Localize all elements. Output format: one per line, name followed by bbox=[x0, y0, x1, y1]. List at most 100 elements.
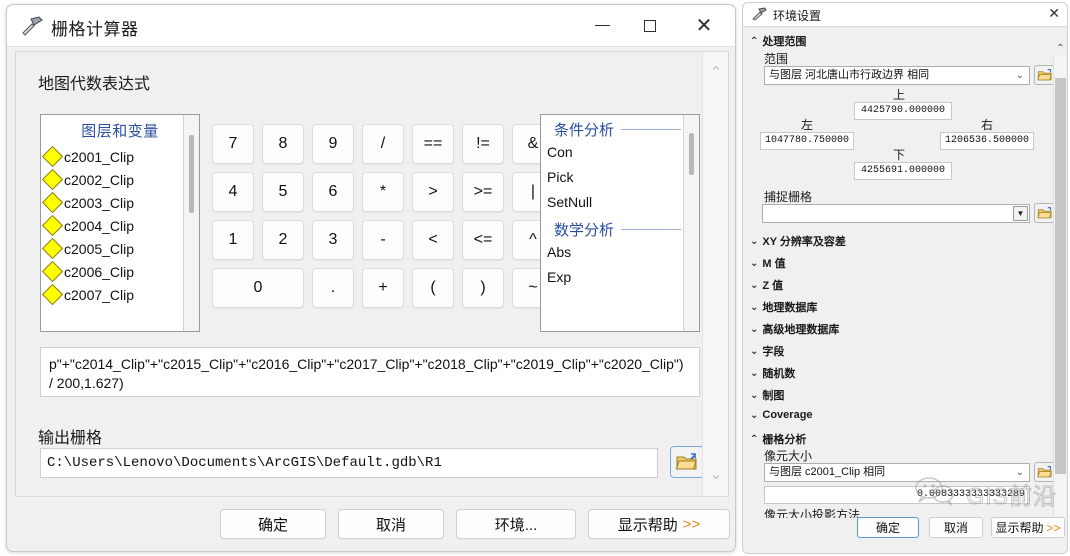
key-right-paren[interactable]: ) bbox=[462, 268, 504, 308]
key-less-equal[interactable]: <= bbox=[462, 220, 504, 260]
snap-raster-dropdown[interactable]: ▼ bbox=[762, 204, 1030, 223]
list-item[interactable]: c2003_Clip bbox=[41, 191, 199, 214]
section-label: Coverage bbox=[762, 409, 813, 421]
minimize-button[interactable] bbox=[579, 5, 625, 46]
processing-extent-group[interactable]: ⌃ 处理范围 bbox=[750, 33, 806, 49]
math-analysis-label: 数学分析 bbox=[554, 222, 615, 239]
maximize-button[interactable] bbox=[627, 5, 673, 46]
list-item[interactable]: c2006_Clip bbox=[41, 260, 199, 283]
key-minus[interactable]: - bbox=[362, 220, 404, 260]
section-label: 高级地理数据库 bbox=[762, 324, 840, 336]
key-0[interactable]: 0 bbox=[212, 268, 304, 308]
section-fields[interactable]: ⌄ 字段 bbox=[750, 343, 784, 359]
section-label: 地理数据库 bbox=[762, 302, 818, 314]
extent-left-field[interactable]: 1047780.750000 bbox=[760, 132, 854, 150]
extent-bottom-field[interactable]: 4255691.000000 bbox=[854, 162, 952, 180]
key-not-equal[interactable]: != bbox=[462, 124, 504, 164]
section-random-numbers[interactable]: ⌄ 随机数 bbox=[750, 365, 795, 381]
list-item[interactable]: c2005_Clip bbox=[41, 237, 199, 260]
ok-button[interactable]: 确定 bbox=[220, 509, 326, 539]
extent-right-field[interactable]: 1206536.500000 bbox=[940, 132, 1034, 150]
list-item[interactable]: Exp bbox=[541, 265, 699, 290]
raster-analysis-group[interactable]: ⌃ 栅格分析 bbox=[750, 431, 806, 447]
conditional-analysis-header: 条件分析 bbox=[541, 115, 699, 140]
list-item-label: c2002_Clip bbox=[64, 171, 135, 188]
scrollbar-thumb[interactable] bbox=[1055, 78, 1066, 474]
section-coverage[interactable]: ⌄ Coverage bbox=[750, 409, 813, 421]
section-geodatabase[interactable]: ⌄ 地理数据库 bbox=[750, 299, 817, 315]
key-decimal-point[interactable]: . bbox=[312, 268, 354, 308]
chevron-up-icon[interactable]: ⌃ bbox=[1054, 41, 1067, 55]
cell-size-value: 与图层 c2001_Clip 相同 bbox=[769, 466, 886, 478]
key-8[interactable]: 8 bbox=[262, 124, 304, 164]
key-6[interactable]: 6 bbox=[312, 172, 354, 212]
cell-size-number-field[interactable]: 0.0083333333333289 bbox=[764, 486, 1030, 504]
expression-textarea[interactable]: p"+"c2014_Clip"+"c2015_Clip"+"c2016_Clip… bbox=[40, 347, 700, 397]
environment-scrollbar[interactable]: ⌃ ⌄ bbox=[1053, 43, 1066, 516]
functions-list[interactable]: 条件分析 Con Pick SetNull 数学分析 Abs Exp bbox=[540, 114, 700, 332]
environments-button[interactable]: 环境... bbox=[456, 509, 576, 539]
list-item[interactable]: SetNull bbox=[541, 190, 699, 215]
double-chevron-right-icon: >> bbox=[1046, 520, 1061, 535]
section-z-values[interactable]: ⌄ Z 值 bbox=[750, 277, 783, 293]
raster-layer-icon bbox=[41, 214, 64, 237]
close-button[interactable]: ✕ bbox=[681, 5, 727, 46]
key-9[interactable]: 9 bbox=[312, 124, 354, 164]
show-help-button[interactable]: 显示帮助 >> bbox=[588, 509, 730, 539]
key-3[interactable]: 3 bbox=[312, 220, 354, 260]
close-icon[interactable]: ✕ bbox=[1048, 5, 1060, 22]
environment-settings-title: 环境设置 bbox=[773, 9, 822, 23]
key-5[interactable]: 5 bbox=[262, 172, 304, 212]
output-raster-input[interactable]: C:\Users\Lenovo\Documents\ArcGIS\Default… bbox=[40, 448, 658, 478]
list-item[interactable]: c2002_Clip bbox=[41, 168, 199, 191]
key-divide[interactable]: / bbox=[362, 124, 404, 164]
list-item-label: c2003_Clip bbox=[64, 194, 135, 211]
chevron-down-icon[interactable]: ⌄ bbox=[703, 462, 729, 486]
key-equal-equal[interactable]: == bbox=[412, 124, 454, 164]
layers-and-variables-list[interactable]: 图层和变量 c2001_Clip c2002_Clip c2003_Clip c… bbox=[40, 114, 200, 332]
list-item[interactable]: c2004_Clip bbox=[41, 214, 199, 237]
extent-top-field[interactable]: 4425790.000000 bbox=[854, 102, 952, 120]
list-item[interactable]: Con bbox=[541, 140, 699, 165]
hammer-icon bbox=[21, 16, 43, 36]
show-help-label: 显示帮助 bbox=[617, 516, 678, 534]
section-cartography[interactable]: ⌄ 制图 bbox=[750, 387, 784, 403]
cell-size-dropdown[interactable]: 与图层 c2001_Clip 相同 ⌄ bbox=[764, 463, 1030, 482]
scrollbar-thumb[interactable] bbox=[689, 133, 694, 175]
key-1[interactable]: 1 bbox=[212, 220, 254, 260]
cancel-button[interactable]: 取消 bbox=[338, 509, 444, 539]
key-multiply[interactable]: * bbox=[362, 172, 404, 212]
key-less-than[interactable]: < bbox=[412, 220, 454, 260]
raster-calculator-footer: 确定 取消 环境... 显示帮助 >> bbox=[7, 505, 737, 545]
env-ok-button[interactable]: 确定 bbox=[857, 517, 919, 538]
key-greater-equal[interactable]: >= bbox=[462, 172, 504, 212]
section-label: Z 值 bbox=[762, 280, 784, 292]
chevron-down-icon: ⌄ bbox=[1015, 467, 1024, 478]
extent-dropdown[interactable]: 与图层 河北唐山市行政边界 相同 ⌄ bbox=[764, 66, 1030, 85]
key-left-paren[interactable]: ( bbox=[412, 268, 454, 308]
double-chevron-right-icon: >> bbox=[682, 515, 701, 533]
scrollbar-thumb[interactable] bbox=[189, 135, 194, 213]
key-4[interactable]: 4 bbox=[212, 172, 254, 212]
chevron-up-icon[interactable]: ⌃ bbox=[703, 60, 729, 84]
section-xy-resolution-tolerance[interactable]: ⌄ XY 分辨率及容差 bbox=[750, 233, 846, 249]
list-item[interactable]: c2007_Clip bbox=[41, 283, 199, 306]
key-greater-than[interactable]: > bbox=[412, 172, 454, 212]
section-advanced-geodatabase[interactable]: ⌄ 高级地理数据库 bbox=[750, 321, 839, 337]
env-show-help-button[interactable]: 显示帮助 >> bbox=[991, 517, 1065, 538]
layers-list-scrollbar[interactable] bbox=[183, 115, 199, 331]
folder-open-icon[interactable] bbox=[670, 446, 704, 478]
key-plus[interactable]: + bbox=[362, 268, 404, 308]
list-item[interactable]: c2001_Clip bbox=[41, 145, 199, 168]
section-m-values[interactable]: ⌄ M 值 bbox=[750, 255, 786, 271]
chevron-down-icon[interactable]: ▼ bbox=[1013, 206, 1028, 221]
key-7[interactable]: 7 bbox=[212, 124, 254, 164]
key-2[interactable]: 2 bbox=[262, 220, 304, 260]
conditional-analysis-label: 条件分析 bbox=[554, 122, 615, 139]
functions-list-scrollbar[interactable] bbox=[683, 115, 699, 331]
list-item[interactable]: Abs bbox=[541, 240, 699, 265]
layers-list-header: 图层和变量 bbox=[81, 123, 159, 140]
env-cancel-button[interactable]: 取消 bbox=[929, 517, 983, 538]
list-item[interactable]: Pick bbox=[541, 165, 699, 190]
dialog-scrollbar[interactable]: ⌃ ⌄ bbox=[702, 52, 728, 496]
